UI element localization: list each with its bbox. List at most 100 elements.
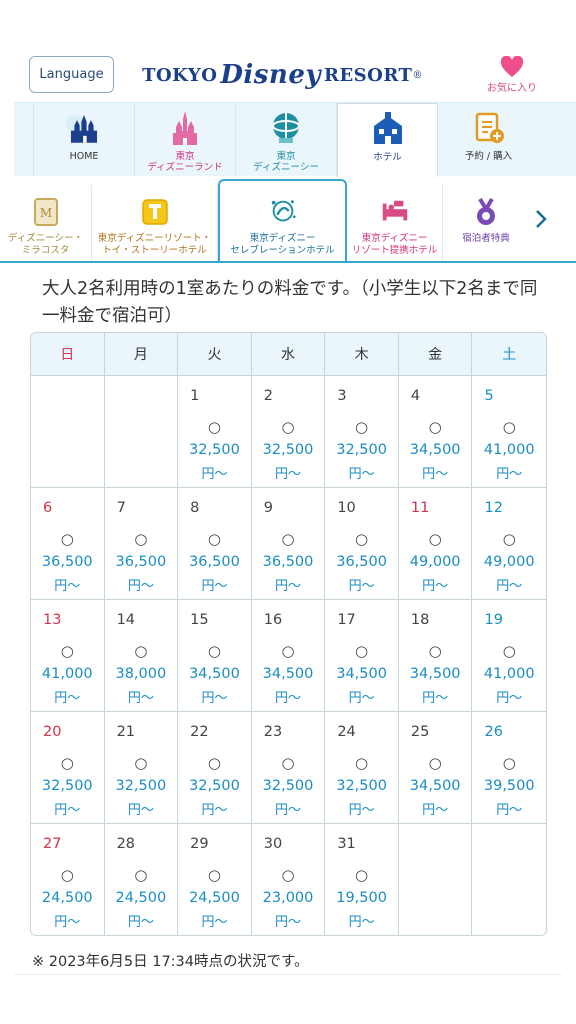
availability-mark: ○: [281, 754, 295, 772]
day-number: 25: [410, 724, 430, 740]
price-value: 39,500: [483, 778, 535, 794]
calendar-day-cell[interactable]: 24 ○ 32,500 円〜: [325, 712, 399, 823]
calendar-day-cell[interactable]: 7 ○ 36,500 円〜: [105, 488, 179, 599]
calendar-day-cell[interactable]: 11 ○ 49,000 円〜: [399, 488, 473, 599]
availability-mark: ○: [428, 418, 442, 436]
calendar-day-cell[interactable]: 4 ○ 34,500 円〜: [399, 376, 473, 487]
price-unit: 円〜: [54, 915, 81, 930]
price-unit: 円〜: [275, 579, 302, 594]
calendar-day-cell[interactable]: 21 ○ 32,500 円〜: [105, 712, 179, 823]
calendar-day-cell[interactable]: 13 ○ 41,000 円〜: [31, 600, 105, 711]
day-number: 13: [43, 612, 62, 628]
price-unit: 円〜: [348, 691, 375, 706]
hotel-sub-nav: M ディズニーシー・ ミラコスタ 東京ディズニーリゾート・ トイ・ストーリーホテ…: [0, 177, 576, 263]
calendar-day-cell[interactable]: 12 ○ 49,000 円〜: [472, 488, 546, 599]
price-unit: 円〜: [54, 803, 81, 818]
price-value: 38,000: [115, 666, 167, 682]
calendar-day-cell[interactable]: 25 ○ 34,500 円〜: [399, 712, 473, 823]
price-unit: 円〜: [127, 915, 154, 930]
sub-nav-celebration-hotel[interactable]: 東京ディズニー セレブレーションホテル: [218, 179, 347, 261]
main-nav-reservation[interactable]: 予約 / 購入: [438, 103, 539, 177]
calendar-day-cell[interactable]: 5 ○ 41,000 円〜: [472, 376, 546, 487]
calendar-day-cell[interactable]: 19 ○ 41,000 円〜: [472, 600, 546, 711]
calendar-day-cell[interactable]: 9 ○ 36,500 円〜: [252, 488, 326, 599]
calendar-day-cell[interactable]: 2 ○ 32,500 円〜: [252, 376, 326, 487]
day-number: 21: [116, 724, 136, 740]
tokyo-disney-resort-logo[interactable]: TOKYO Disney RESORT ®: [142, 55, 422, 95]
calendar-day-cell[interactable]: 30 ○ 23,000 円〜: [252, 824, 326, 935]
calendar-day-cell[interactable]: 8 ○ 36,500 円〜: [178, 488, 252, 599]
price-value: 32,500: [336, 442, 387, 458]
divider: [14, 974, 562, 975]
calendar-day-cell[interactable]: 16 ○ 34,500 円〜: [252, 600, 326, 711]
main-nav-hotel[interactable]: ホテル: [337, 103, 438, 178]
availability-mark: ○: [60, 642, 74, 660]
price-unit: 円〜: [127, 579, 154, 594]
sub-nav-partner-hotels[interactable]: 東京ディズニー リゾート提携ホテル: [347, 185, 443, 261]
calendar-day-cell[interactable]: 29 ○ 24,500 円〜: [178, 824, 252, 935]
main-nav-tokyo-disneysea[interactable]: 東京 ディズニーシー: [236, 103, 337, 177]
sub-nav-guest-perks[interactable]: 宿泊者特典: [443, 185, 529, 261]
price-unit: 円〜: [348, 915, 375, 930]
price-value: 41,000: [483, 442, 535, 458]
price-unit: 円〜: [496, 579, 523, 594]
medal-icon: [471, 197, 501, 227]
header: Language TOKYO Disney RESORT ® お気に入り: [0, 0, 576, 102]
price-unit: 円〜: [127, 691, 154, 706]
price-value: 32,500: [189, 442, 240, 458]
sub-nav-toy-story-hotel[interactable]: 東京ディズニーリゾート・ トイ・ストーリーホテル: [92, 185, 218, 261]
availability-mark: ○: [428, 530, 442, 548]
calendar-day-cell[interactable]: 26 ○ 39,500 円〜: [472, 712, 546, 823]
calendar-day-cell[interactable]: 23 ○ 32,500 円〜: [252, 712, 326, 823]
calendar-day-cell[interactable]: 31 ○ 19,500 円〜: [325, 824, 399, 935]
calendar-day-cell[interactable]: 14 ○ 38,000 円〜: [105, 600, 179, 711]
calendar-day-cell[interactable]: 22 ○ 32,500 円〜: [178, 712, 252, 823]
calendar-day-cell[interactable]: 15 ○ 34,500 円〜: [178, 600, 252, 711]
price-unit: 円〜: [348, 467, 375, 482]
day-number: 15: [190, 612, 209, 628]
calendar-day-cell[interactable]: 28 ○ 24,500 円〜: [105, 824, 179, 935]
calendar-day-cell[interactable]: 1 ○ 32,500 円〜: [178, 376, 252, 487]
weekday-tue: 火: [178, 333, 252, 375]
sub-nav-miracosta[interactable]: M ディズニーシー・ ミラコスタ: [0, 185, 92, 261]
calendar-body: 1 ○ 32,500 円〜 2 ○ 32,500 円〜 3 ○ 32,500 円〜 4 ○ 34,500 円〜…: [31, 375, 546, 935]
calendar-day-cell[interactable]: 3 ○ 32,500 円〜: [325, 376, 399, 487]
price-unit: 円〜: [127, 803, 154, 818]
celebration-hotel-icon: [268, 197, 298, 227]
price-value: 32,500: [41, 778, 93, 794]
partner-hotel-bed-icon: [380, 197, 410, 227]
price-value: 41,000: [41, 666, 93, 682]
main-nav-tokyo-disneyland[interactable]: 東京 ディズニーランド: [135, 103, 236, 177]
price-value: 19,500: [336, 890, 387, 906]
day-number: 11: [410, 500, 430, 516]
price-unit: 円〜: [54, 579, 81, 594]
day-number: 29: [190, 836, 209, 852]
calendar-weekday-header: 日 月 火 水 木 金 土: [31, 333, 546, 375]
availability-mark: ○: [207, 530, 221, 548]
calendar-day-cell[interactable]: 20 ○ 32,500 円〜: [31, 712, 105, 823]
calendar-day-cell[interactable]: 10 ○ 36,500 円〜: [325, 488, 399, 599]
calendar-day-cell[interactable]: 18 ○ 34,500 円〜: [399, 600, 473, 711]
favorites-button[interactable]: お気に入り: [478, 56, 546, 96]
day-number: 2: [263, 388, 273, 404]
calendar-empty-cell: [105, 376, 179, 487]
price-unit: 円〜: [496, 691, 523, 706]
day-number: 12: [484, 500, 503, 516]
calendar-day-cell[interactable]: 27 ○ 24,500 円〜: [31, 824, 105, 935]
availability-mark: ○: [428, 754, 442, 772]
calendar-day-cell[interactable]: 6 ○ 36,500 円〜: [31, 488, 105, 599]
main-nav-tdl-label-line2: ディズニーランド: [147, 162, 223, 173]
main-nav-home[interactable]: HOME: [34, 103, 135, 177]
calendar-day-cell[interactable]: 17 ○ 34,500 円〜: [325, 600, 399, 711]
price-value: 34,500: [262, 666, 314, 682]
price-notice: 大人2名利用時の1室あたりの料金です。（小学生以下2名まで同一料金で宿泊可）: [42, 279, 538, 326]
main-nav-spacer: [14, 103, 34, 177]
day-number: 9: [263, 500, 273, 516]
day-number: 26: [484, 724, 503, 740]
sub-nav-next-button[interactable]: [530, 207, 552, 231]
price-unit: 円〜: [275, 467, 302, 482]
availability-mark: ○: [207, 642, 221, 660]
price-unit: 円〜: [496, 803, 523, 818]
language-button[interactable]: Language: [29, 56, 114, 93]
pink-castle-icon: [165, 111, 205, 145]
